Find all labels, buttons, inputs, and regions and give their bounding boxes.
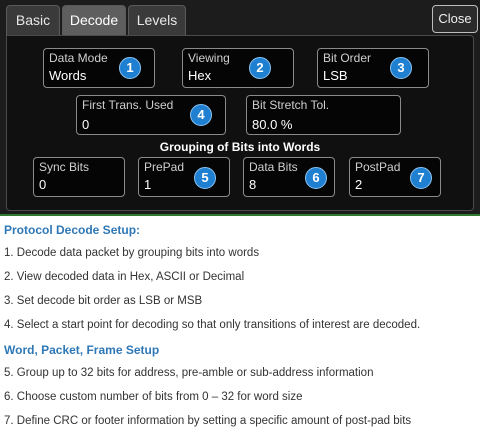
description-item: 3. Set decode bit order as LSB or MSB: [4, 295, 203, 307]
bit-order-label: Bit Order: [323, 51, 372, 65]
bit-stretch-tol-label: Bit Stretch Tol.: [252, 98, 330, 112]
description-item: 5. Group up to 32 bits for address, pre-…: [4, 367, 374, 379]
close-button[interactable]: Close: [432, 5, 478, 33]
bit-order-field[interactable]: Bit Order LSB: [317, 48, 429, 88]
viewing-value: Hex: [188, 68, 212, 83]
bit-stretch-tol-field[interactable]: Bit Stretch Tol. 80.0 %: [246, 95, 401, 135]
sync-bits-field[interactable]: Sync Bits 0: [33, 157, 125, 197]
postpad-value: 2: [355, 177, 363, 192]
callout-badge-2: 2: [249, 57, 271, 79]
description-item: 1. Decode data packet by grouping bits i…: [4, 247, 260, 259]
first-trans-used-value: 0: [82, 117, 90, 132]
prepad-value: 1: [144, 177, 152, 192]
tab-basic[interactable]: Basic: [6, 5, 60, 35]
prepad-field[interactable]: PrePad 1: [138, 157, 230, 197]
decode-dialog: Basic Decode Levels Close Data Mode Word…: [0, 0, 480, 216]
data-bits-label: Data Bits: [249, 160, 298, 174]
description-item: 6. Choose custom number of bits from 0 –…: [4, 391, 303, 403]
callout-badge-4: 4: [190, 104, 212, 126]
tab-bar: Basic Decode Levels Close: [0, 0, 480, 36]
word-packet-frame-heading: Word, Packet, Frame Setup: [4, 343, 160, 357]
postpad-label: PostPad: [355, 160, 401, 174]
description-item: 2. View decoded data in Hex, ASCII or De…: [4, 271, 245, 283]
prepad-label: PrePad: [144, 160, 185, 174]
tab-levels[interactable]: Levels: [128, 5, 186, 35]
first-trans-used-label: First Trans. Used: [82, 98, 174, 112]
description-item: 7. Define CRC or footer information by s…: [4, 415, 412, 427]
viewing-field[interactable]: Viewing Hex: [182, 48, 294, 88]
callout-badge-5: 5: [194, 167, 216, 189]
data-bits-value: 8: [249, 177, 257, 192]
data-mode-label: Data Mode: [49, 51, 108, 65]
tab-decode[interactable]: Decode: [62, 5, 126, 35]
bit-stretch-tol-value: 80.0 %: [252, 117, 293, 132]
grouping-heading: Grouping of Bits into Words: [159, 140, 321, 154]
callout-badge-3: 3: [390, 57, 412, 79]
viewing-label: Viewing: [188, 51, 230, 65]
callout-badge-6: 6: [305, 167, 327, 189]
description-item: 4. Select a start point for decoding so …: [4, 319, 421, 331]
protocol-decode-heading: Protocol Decode Setup:: [4, 223, 141, 237]
callout-badge-1: 1: [119, 57, 141, 79]
sync-bits-value: 0: [39, 177, 47, 192]
sync-bits-label: Sync Bits: [39, 160, 90, 174]
bit-order-value: LSB: [323, 68, 348, 83]
callout-badge-7: 7: [410, 167, 432, 189]
data-mode-value: Words: [49, 68, 87, 83]
